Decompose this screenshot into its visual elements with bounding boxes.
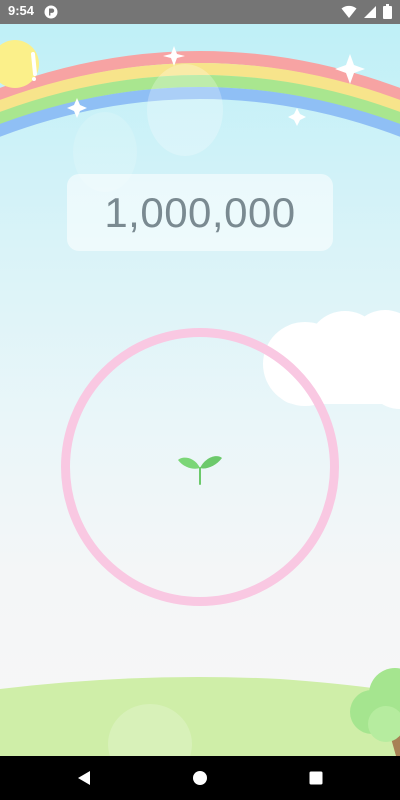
sun (0, 40, 39, 88)
bubble (147, 64, 223, 156)
back-icon (78, 771, 90, 785)
status-time: 9:54 (8, 3, 35, 18)
hill (0, 676, 400, 756)
recents-icon (309, 771, 323, 785)
wifi-icon (341, 5, 357, 18)
status-icons (341, 4, 392, 19)
status-bar: 9:54 (0, 0, 400, 24)
score-counter: 1,000,000 (104, 188, 296, 236)
navigation-bar (0, 756, 400, 800)
recents-button[interactable] (304, 766, 328, 790)
app-screen: 9:54 1,000,000 (0, 0, 400, 800)
sprout-icon[interactable] (176, 446, 224, 488)
home-button[interactable] (188, 766, 212, 790)
score-counter-panel: 1,000,000 (67, 174, 333, 251)
app-notification-icon (44, 5, 58, 19)
cellular-signal-icon (364, 5, 376, 18)
battery-icon (383, 4, 392, 19)
back-button[interactable] (72, 766, 96, 790)
home-icon (193, 771, 207, 785)
